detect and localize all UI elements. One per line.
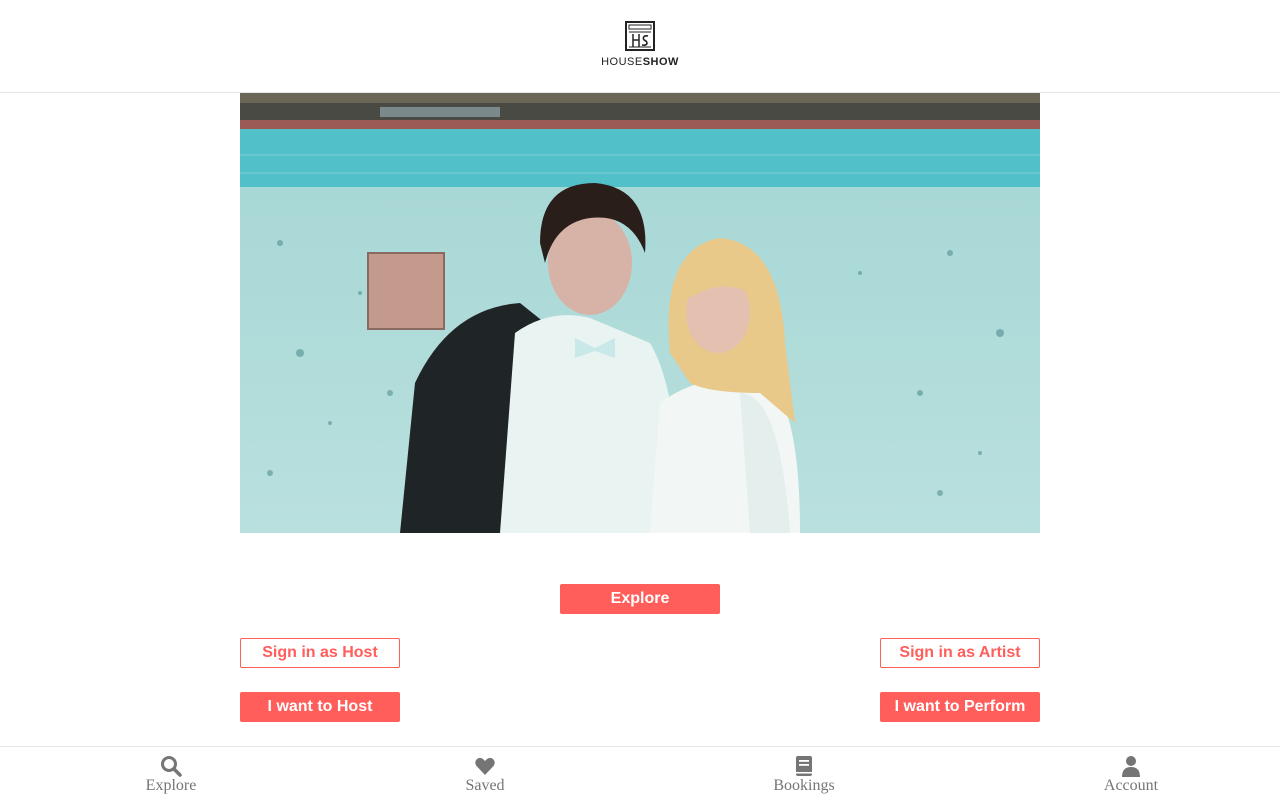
- want-to-host-button[interactable]: I want to Host: [240, 692, 400, 722]
- logo-text-bold: SHOW: [642, 56, 679, 68]
- houseshow-logo[interactable]: HOUSESHOW: [595, 20, 685, 72]
- heart-icon: [475, 757, 495, 775]
- nav-item-bookings[interactable]: Bookings: [744, 755, 864, 795]
- bottom-nav: Explore Saved Bookings Account: [0, 746, 1280, 800]
- explore-button[interactable]: Explore: [560, 584, 720, 614]
- search-icon: [161, 756, 182, 777]
- hero-image: [240, 93, 1040, 533]
- nav-item-account[interactable]: Account: [1071, 755, 1191, 795]
- sign-in-artist-button[interactable]: Sign in as Artist: [880, 638, 1040, 668]
- logo-text-light: HOUSE: [601, 56, 643, 68]
- user-icon: [1122, 756, 1140, 777]
- logo-wordmark: HOUSESHOW: [601, 56, 679, 68]
- nav-label-explore: Explore: [145, 777, 197, 794]
- nav-item-saved[interactable]: Saved: [425, 755, 545, 795]
- logo-mark-icon: [625, 21, 655, 51]
- app-header: HOUSESHOW: [0, 0, 1280, 93]
- want-to-perform-button[interactable]: I want to Perform: [880, 692, 1040, 722]
- nav-item-explore[interactable]: Explore: [111, 755, 231, 795]
- nav-label-bookings: Bookings: [773, 777, 835, 794]
- nav-label-saved: Saved: [465, 777, 505, 794]
- nav-label-account: Account: [1103, 777, 1159, 794]
- book-icon: [796, 756, 812, 776]
- hero-photo: [240, 93, 1040, 533]
- sign-in-host-button[interactable]: Sign in as Host: [240, 638, 400, 668]
